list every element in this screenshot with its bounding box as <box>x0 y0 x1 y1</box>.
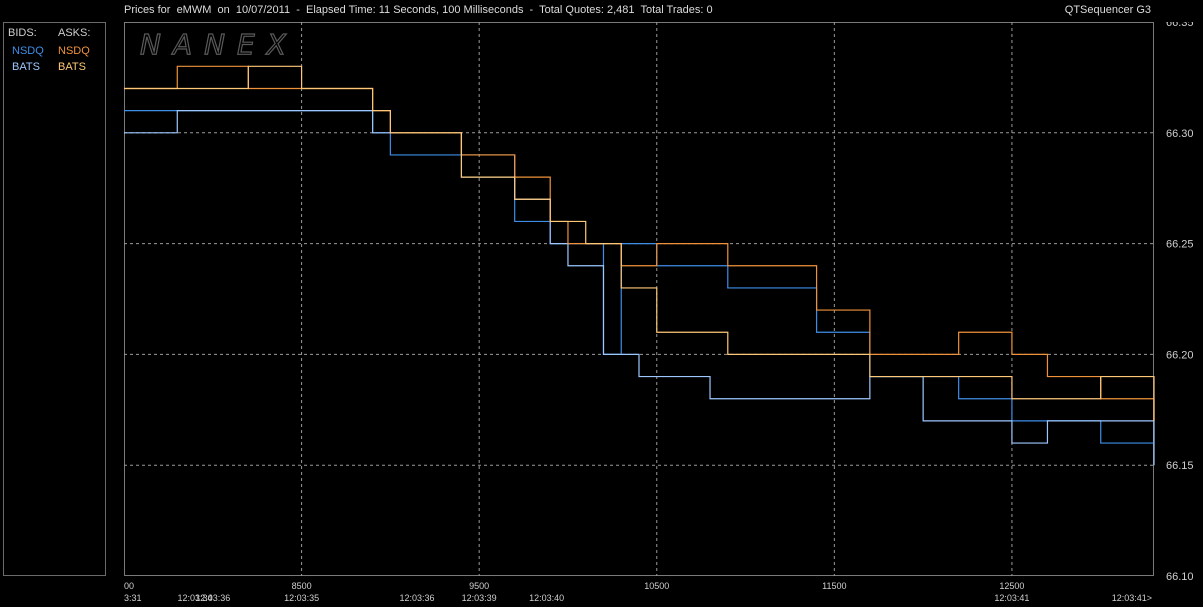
x-tick-label: 8500 <box>292 581 312 591</box>
x-tick-label: 10500 <box>644 581 669 591</box>
x-time-label: 12:03:35 <box>284 593 319 603</box>
legend-ask-bats[interactable]: BATS <box>58 61 86 73</box>
y-tick-label: 66.10 <box>1166 571 1194 583</box>
x-tick-label: 12500 <box>999 581 1024 591</box>
chart-title: Prices for eMWM on 10/07/2011 - Elapsed … <box>124 4 713 16</box>
app-name: QTSequencer G3 <box>1064 4 1151 16</box>
legend-bid-nsdq[interactable]: NSDQ <box>12 45 44 57</box>
legend-bids-header: BIDS: <box>8 27 37 39</box>
y-tick-label: 66.30 <box>1166 128 1194 140</box>
y-tick-label: 66.25 <box>1166 239 1194 251</box>
x-time-label: 12:03:40 <box>529 593 564 603</box>
x-time-label: 12:03:36 <box>195 593 230 603</box>
plot-frame <box>124 22 1154 576</box>
legend-bid-bats[interactable]: BATS <box>12 61 40 73</box>
x-tick-label: 11500 <box>822 581 846 591</box>
legend-asks-header: ASKS: <box>58 27 91 39</box>
x-time-label: 12:03:41 <box>994 593 1029 603</box>
x-time-label: 12:03:39 <box>462 593 497 603</box>
price-chart: NANEX 66.35 66.30 66.25 66.20 66.15 66.10 7500 1… <box>124 22 1194 603</box>
x-tick-label: 9500 <box>469 581 489 591</box>
brand-watermark: NANEX <box>140 28 298 61</box>
y-tick-label: 66.20 <box>1166 349 1194 361</box>
y-tick-label: 66.15 <box>1166 460 1194 472</box>
legend-panel: BIDS: ASKS: NSDQ BATS NSDQ BATS <box>3 22 106 576</box>
legend-ask-nsdq[interactable]: NSDQ <box>58 45 90 57</box>
x-time-label: 12:03:36 <box>399 593 434 603</box>
chart-area: NANEX 66.35 66.30 66.25 66.20 66.15 66.10 7500 1… <box>124 22 1194 603</box>
title-bar: Prices for eMWM on 10/07/2011 - Elapsed … <box>0 0 1203 20</box>
x-time-label: 12:03:31 <box>124 593 142 603</box>
x-tick-label: 7500 <box>124 581 134 591</box>
x-time-label: 12:03:41> <box>1112 593 1152 603</box>
y-tick-label: 66.35 <box>1166 22 1194 29</box>
